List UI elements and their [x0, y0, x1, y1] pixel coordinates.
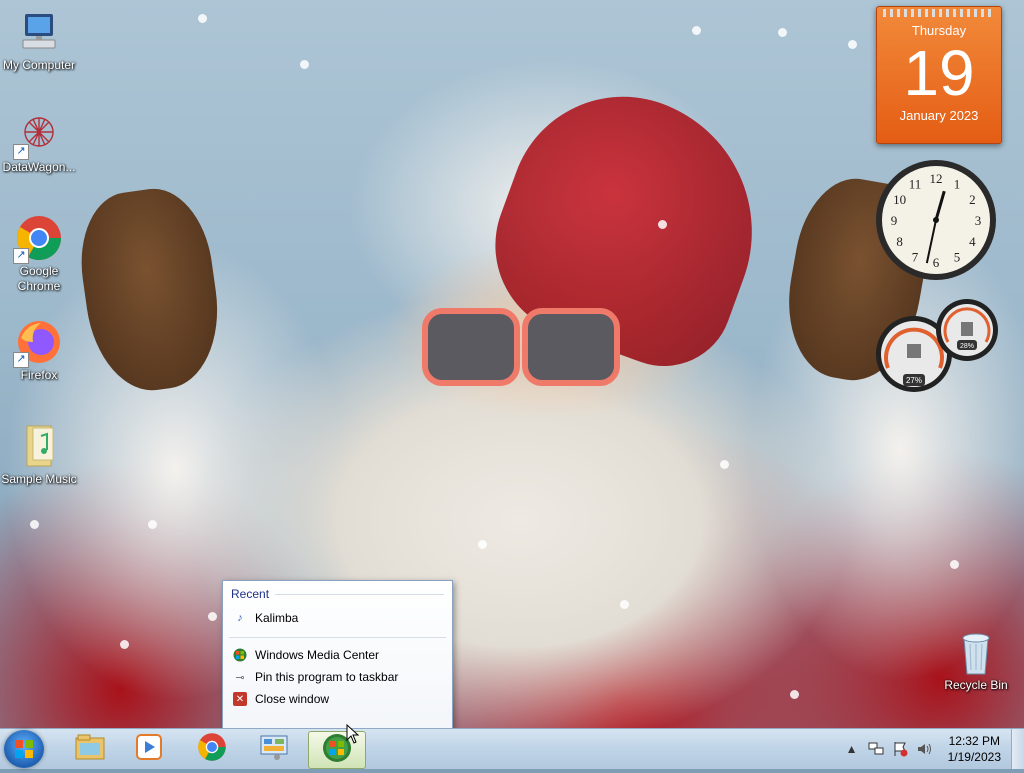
clock-number: 10 — [893, 192, 906, 207]
calendar-rings — [883, 9, 995, 17]
action-center-icon[interactable] — [891, 740, 909, 758]
taskbar-jump-list: Recent ♪ Kalimba Windows Media Center ⊸ … — [222, 580, 453, 730]
desktop-icon-my-computer[interactable]: My Computer — [0, 8, 78, 73]
taskbar-media-player-button[interactable] — [121, 731, 177, 767]
computer-icon — [15, 8, 63, 56]
jumplist-separator — [229, 637, 446, 638]
chrome-icon: ↗ — [13, 214, 63, 264]
sunglasses-left — [422, 308, 520, 386]
clock-number: 5 — [954, 249, 961, 264]
cpu-percent: 27% — [906, 376, 922, 385]
pin-icon: ⊸ — [235, 671, 245, 684]
left-glove — [71, 181, 229, 399]
clock-gadget[interactable]: 12 1 2 3 4 5 6 7 8 9 10 11 — [874, 158, 998, 282]
desktop-wallpaper — [0, 0, 1024, 728]
taskbar-explorer-button[interactable] — [62, 731, 118, 767]
desktop-icon-sample-music[interactable]: Sample Music — [0, 422, 78, 487]
desktop-icon-firefox[interactable]: ↗ Firefox — [0, 318, 78, 383]
chrome-icon — [197, 732, 227, 767]
taskbar-control-panel-button[interactable] — [246, 731, 302, 767]
taskbar-date: 1/19/2023 — [947, 750, 1001, 764]
taskbar-chrome-button[interactable] — [184, 731, 240, 767]
clock-number: 1 — [954, 177, 961, 192]
clock-number: 4 — [969, 234, 976, 249]
desktop-icon-label: Google Chrome — [17, 264, 61, 293]
jumplist-item-label: Pin this program to taskbar — [255, 670, 399, 684]
shortcut-arrow-icon: ↗ — [13, 352, 29, 368]
show-hidden-icons-icon[interactable]: ▲ — [843, 740, 861, 758]
shortcut-arrow-icon: ↗ — [13, 144, 29, 160]
jumplist-recent-header: Recent — [231, 587, 452, 601]
cpu-meter-gadget[interactable]: 27% 28% — [874, 298, 1000, 394]
media-player-icon — [135, 733, 163, 766]
clock-number: 6 — [933, 255, 940, 270]
datawagon-icon: ↗ — [13, 110, 63, 160]
shortcut-arrow-icon: ↗ — [13, 248, 29, 264]
system-tray: ▲ 12:32 PM 1/19/2023 — [840, 729, 1024, 769]
firefox-icon: ↗ — [13, 318, 63, 368]
clock-number: 12 — [930, 171, 943, 186]
explorer-icon — [75, 734, 105, 765]
control-panel-icon — [259, 733, 289, 766]
desktop-icon-label: Recycle Bin — [944, 678, 1008, 692]
windows-start-icon[interactable] — [4, 730, 44, 768]
music-folder-icon — [15, 422, 63, 470]
jumplist-item-kalimba[interactable]: ♪ Kalimba — [223, 607, 452, 629]
jumplist-item-media-center[interactable]: Windows Media Center — [223, 644, 452, 666]
media-center-icon — [233, 648, 247, 662]
desktop-icon-label: Sample Music — [1, 472, 77, 486]
music-note-icon: ♪ — [237, 612, 243, 624]
network-icon[interactable] — [867, 740, 885, 758]
clock-number: 2 — [969, 192, 976, 207]
desktop-icon-label: Firefox — [20, 368, 58, 382]
calendar-gadget[interactable]: Thursday 19 January 2023 — [876, 6, 1002, 144]
desktop-icon-label: My Computer — [2, 58, 76, 72]
taskbar-clock[interactable]: 12:32 PM 1/19/2023 — [948, 733, 1001, 765]
calendar-month-year: January 2023 — [899, 108, 979, 123]
desktop-icon-recycle-bin[interactable]: Recycle Bin — [944, 630, 1008, 692]
calendar-day: 19 — [903, 37, 975, 109]
clock-number: 7 — [912, 249, 919, 264]
taskbar: ▲ 12:32 PM 1/19/2023 — [0, 728, 1024, 769]
desktop-icon-datawagon[interactable]: ↗ DataWagon... — [0, 110, 78, 175]
clock-number: 9 — [891, 213, 898, 228]
close-icon: ✕ — [233, 692, 247, 706]
desktop-icon-google-chrome[interactable]: ↗ Google Chrome — [0, 214, 78, 294]
desktop-icon-label: DataWagon... — [2, 160, 76, 174]
volume-icon[interactable] — [915, 740, 933, 758]
clock-number: 8 — [896, 234, 903, 249]
recycle-bin-icon — [952, 630, 1000, 678]
clock-number: 11 — [909, 177, 922, 192]
jumplist-item-label: Kalimba — [255, 611, 299, 625]
clock-number: 3 — [975, 213, 982, 228]
jumplist-item-label: Windows Media Center — [255, 648, 380, 662]
jumplist-item-label: Close window — [255, 692, 330, 706]
show-desktop-button[interactable] — [1011, 729, 1024, 769]
mouse-cursor-icon — [346, 723, 360, 749]
jumplist-item-close-window[interactable]: ✕ Close window — [223, 688, 452, 710]
calendar-weekday: Thursday — [911, 23, 967, 38]
sunglasses-right — [522, 308, 620, 386]
memory-percent: 28% — [960, 343, 974, 350]
taskbar-time: 12:32 PM — [948, 734, 1000, 748]
jumplist-item-pin[interactable]: ⊸ Pin this program to taskbar — [223, 666, 452, 688]
